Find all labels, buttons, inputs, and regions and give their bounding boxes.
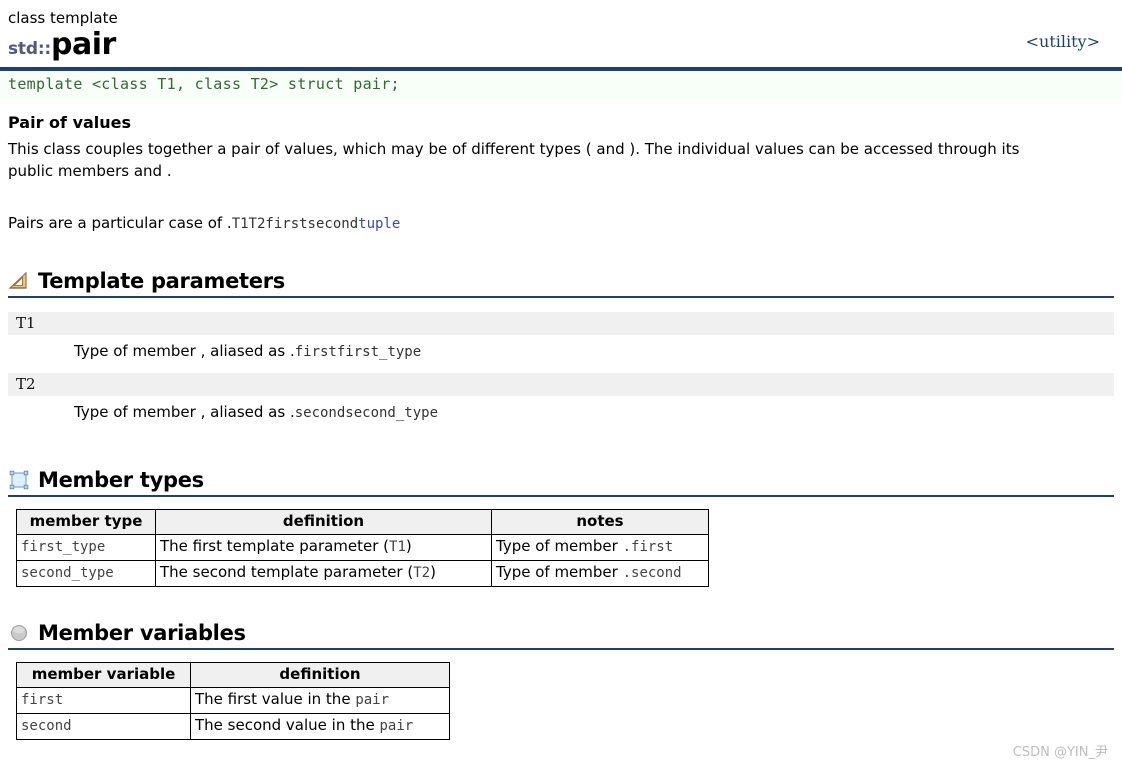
table-header-row: member type definition notes	[16, 509, 709, 535]
cell-definition-code: pair	[355, 692, 390, 708]
triangle-ruler-icon	[8, 271, 27, 289]
section-title-template-parameters: Template parameters	[38, 269, 285, 293]
template-parameter-item: T1 Type of member , aliased as .firstfir…	[8, 312, 1114, 373]
table-row: first The first value in the pair	[16, 687, 450, 714]
cell-notes-text: Type of member	[496, 563, 623, 581]
column-header-definition: definition	[155, 509, 492, 535]
title-classname: pair	[51, 27, 116, 62]
section-member-variables: Member variables member variable definit…	[8, 621, 1114, 740]
template-parameter-list: T1 Type of member , aliased as .firstfir…	[8, 312, 1114, 434]
cell-notes-code: .first	[622, 539, 674, 555]
page-header: class template std:: pair <utility>	[0, 0, 1122, 61]
section-header-member-types: Member types	[8, 468, 1114, 497]
template-parameter-name: T1	[8, 312, 1114, 335]
cell-notes-code: .second	[622, 565, 682, 581]
overview-paragraph-1: This class couples together a pair of va…	[8, 140, 1020, 180]
template-parameter-description: Type of member , aliased as .secondsecon…	[8, 396, 1114, 434]
overview-inline-code: T1T2firstsecond	[231, 216, 359, 232]
template-parameter-description-code: firstfirst_type	[294, 344, 422, 360]
overview-subheading: Pair of values	[8, 113, 132, 132]
cell-member-type: first_type	[16, 534, 156, 561]
cell-definition-suffix: )	[430, 563, 436, 581]
cell-definition-text: The first value in the	[195, 690, 356, 708]
title-namespace: std::	[8, 39, 52, 59]
cell-definition-suffix: )	[405, 537, 412, 555]
table-header-row: member variable definition	[16, 662, 450, 688]
cell-definition-code: T1	[389, 539, 406, 555]
cell-member-type: second_type	[16, 560, 156, 587]
table-row: second_type The second template paramete…	[16, 560, 709, 587]
cell-notes-text: Type of member	[496, 537, 623, 555]
cell-definition-code: pair	[379, 718, 414, 734]
cell-definition: The first value in the pair	[190, 687, 450, 714]
overview-paragraph-2-text: Pairs are a particular case of .	[8, 214, 232, 232]
section-header-template-parameters: Template parameters	[8, 269, 1114, 298]
documentation-page: class template std:: pair <utility> temp…	[0, 0, 1122, 760]
template-parameter-name: T2	[8, 373, 1114, 396]
section-member-types: Member types member type definition note…	[8, 468, 1114, 587]
selection-box-icon	[9, 470, 29, 490]
cell-member-variable: second	[16, 713, 191, 740]
template-parameter-description: Type of member , aliased as .firstfirst_…	[8, 335, 1114, 373]
cell-definition: The second template parameter (T2)	[155, 560, 492, 587]
template-parameter-description-code: secondsecond_type	[294, 405, 439, 421]
cell-notes: Type of member .second	[491, 560, 709, 587]
cell-definition: The first template parameter (T1)	[155, 534, 492, 561]
section-title-member-variables: Member variables	[38, 621, 246, 645]
cell-definition: The second value in the pair	[190, 713, 450, 740]
template-parameter-item: T2 Type of member , aliased as .secondse…	[8, 373, 1114, 434]
column-header-member-variable: member variable	[16, 662, 191, 688]
cell-notes: Type of member .first	[491, 534, 709, 561]
template-parameter-description-text: Type of member , aliased as .	[74, 403, 295, 421]
watermark: CSDN @YIN_尹	[1012, 745, 1108, 760]
section-title-member-types: Member types	[38, 468, 204, 492]
page-title: std:: pair	[8, 29, 1114, 61]
column-header-notes: notes	[491, 509, 709, 535]
table-row: second The second value in the pair	[16, 713, 450, 740]
page-kicker: class template	[8, 9, 118, 27]
member-variables-table: member variable definition first The fir…	[16, 662, 450, 740]
cell-definition-text: The first template parameter (	[160, 537, 390, 555]
cell-definition-code: T2	[413, 565, 431, 581]
template-parameter-description-text: Type of member , aliased as .	[74, 342, 295, 360]
tuple-link[interactable]: tuple	[358, 216, 400, 232]
column-header-member-type: member type	[16, 509, 156, 535]
cell-definition-text: The second value in the	[195, 716, 380, 734]
overview-paragraph-2: Pairs are a particular case of .T1T2firs…	[8, 212, 1114, 235]
cell-definition-text: The second template parameter (	[160, 563, 414, 581]
column-header-definition: definition	[190, 662, 450, 688]
member-types-table: member type definition notes first_type …	[16, 509, 709, 587]
page-content: Pair of values This class couples togeth…	[0, 113, 1122, 740]
table-row: first_type The first template parameter …	[16, 534, 709, 561]
section-header-member-variables: Member variables	[8, 621, 1114, 650]
gray-sphere-icon	[11, 625, 27, 641]
include-header-label: <utility>	[1025, 32, 1100, 51]
section-template-parameters: Template parameters T1 Type of member , …	[8, 269, 1114, 434]
cell-member-variable: first	[16, 687, 191, 714]
class-declaration: template <class T1, class T2> struct pai…	[0, 71, 1122, 99]
